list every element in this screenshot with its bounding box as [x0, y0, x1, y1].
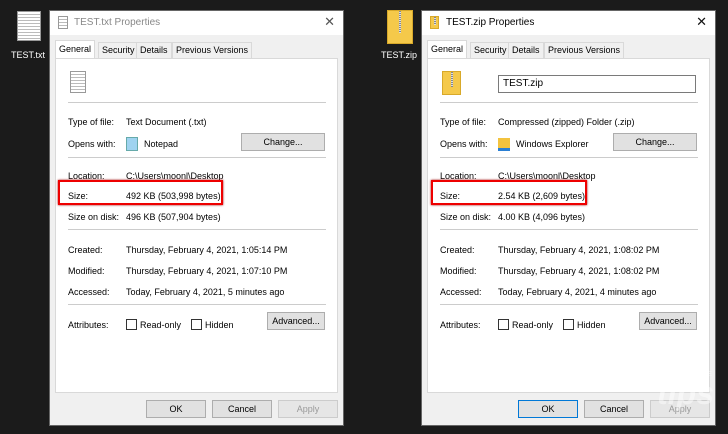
tab-previous-versions[interactable]: Previous Versions	[172, 42, 253, 58]
attributes-label: Attributes:	[440, 320, 481, 330]
window-title: TEST.txt Properties	[74, 17, 161, 28]
hidden-checkbox[interactable]	[191, 319, 202, 330]
type-value: Text Document (.txt)	[126, 117, 207, 127]
modified-label: Modified:	[68, 266, 105, 276]
txt-file-desktop-icon[interactable]	[17, 11, 41, 41]
zip-file-icon	[430, 16, 439, 29]
modified-value: Thursday, February 4, 2021, 1:08:02 PM	[498, 266, 660, 276]
size-on-disk-label: Size on disk:	[440, 212, 492, 222]
notepad-icon	[126, 137, 138, 151]
size-highlight-box	[431, 180, 587, 205]
zip-file-desktop-icon[interactable]	[387, 10, 413, 44]
divider	[440, 304, 698, 306]
txt-properties-dialog: TEST.txt Properties ✕ General Security D…	[49, 10, 344, 426]
divider	[68, 304, 326, 306]
attributes-label: Attributes:	[68, 320, 109, 330]
tab-security[interactable]: Security	[98, 42, 139, 58]
tab-details[interactable]: Details	[136, 42, 172, 58]
title-bar: TEST.zip Properties ✕	[422, 11, 715, 35]
opens-with-label: Opens with:	[440, 139, 488, 149]
desktop-label-zip: TEST.zip	[380, 50, 417, 60]
desktop-label-txt: TEST.txt	[10, 50, 45, 60]
read-only-label: Read-only	[512, 320, 554, 330]
divider	[440, 102, 698, 104]
accessed-value: Today, February 4, 2021, 4 minutes ago	[498, 287, 657, 297]
size-on-disk-label: Size on disk:	[68, 212, 120, 222]
divider	[440, 229, 698, 231]
title-bar: TEST.txt Properties ✕	[50, 11, 343, 35]
opens-with-value: Notepad	[144, 139, 179, 149]
cancel-button[interactable]: Cancel	[584, 400, 644, 418]
accessed-label: Accessed:	[440, 287, 482, 297]
general-panel: TEST.zip Type of file: Compressed (zippe…	[427, 58, 710, 393]
tab-general[interactable]: General	[55, 40, 96, 59]
divider	[68, 102, 326, 104]
created-label: Created:	[68, 245, 103, 255]
opens-with-value: Windows Explorer	[516, 139, 589, 149]
hidden-checkbox[interactable]	[563, 319, 574, 330]
divider	[440, 157, 698, 159]
close-button[interactable]: ✕	[324, 14, 335, 30]
divider	[68, 157, 326, 159]
hidden-label: Hidden	[577, 320, 606, 330]
size-on-disk-value: 4.00 KB (4,096 bytes)	[498, 212, 586, 222]
created-label: Created:	[440, 245, 475, 255]
window-title: TEST.zip Properties	[446, 17, 535, 28]
created-value: Thursday, February 4, 2021, 1:05:14 PM	[126, 245, 288, 255]
read-only-checkbox[interactable]	[498, 319, 509, 330]
read-only-label: Read-only	[140, 320, 182, 330]
size-on-disk-value: 496 KB (507,904 bytes)	[126, 212, 221, 222]
type-label: Type of file:	[68, 117, 115, 127]
accessed-label: Accessed:	[68, 287, 110, 297]
created-value: Thursday, February 4, 2021, 1:08:02 PM	[498, 245, 660, 255]
file-type-icon	[70, 71, 86, 93]
advanced-button[interactable]: Advanced...	[639, 312, 697, 330]
file-name-input[interactable]: TEST.zip	[498, 75, 696, 93]
apply-button[interactable]: Apply	[278, 400, 338, 418]
type-label: Type of file:	[440, 117, 487, 127]
advanced-button[interactable]: Advanced...	[267, 312, 325, 330]
opens-with-label: Opens with:	[68, 139, 116, 149]
modified-value: Thursday, February 4, 2021, 1:07:10 PM	[126, 266, 288, 276]
type-value: Compressed (zipped) Folder (.zip)	[498, 117, 635, 127]
ok-button[interactable]: OK	[146, 400, 206, 418]
txt-file-icon	[58, 16, 68, 29]
modified-label: Modified:	[440, 266, 477, 276]
tab-previous-versions[interactable]: Previous Versions	[544, 42, 625, 58]
cancel-button[interactable]: Cancel	[212, 400, 272, 418]
zip-properties-dialog: TEST.zip Properties ✕ General Security D…	[421, 10, 716, 426]
windows-explorer-icon	[498, 138, 510, 151]
general-panel: Type of file: Text Document (.txt) Opens…	[55, 58, 338, 393]
watermark-logo: tips	[657, 375, 714, 411]
divider	[68, 229, 326, 231]
change-button[interactable]: Change...	[613, 133, 697, 151]
close-button[interactable]: ✕	[696, 14, 707, 30]
tab-details[interactable]: Details	[508, 42, 544, 58]
hidden-label: Hidden	[205, 320, 234, 330]
ok-button[interactable]: OK	[518, 400, 578, 418]
change-button[interactable]: Change...	[241, 133, 325, 151]
tab-general[interactable]: General	[427, 40, 468, 59]
accessed-value: Today, February 4, 2021, 5 minutes ago	[126, 287, 285, 297]
size-highlight-box	[58, 180, 223, 205]
tab-security[interactable]: Security	[470, 42, 511, 58]
file-type-icon	[442, 71, 461, 95]
read-only-checkbox[interactable]	[126, 319, 137, 330]
